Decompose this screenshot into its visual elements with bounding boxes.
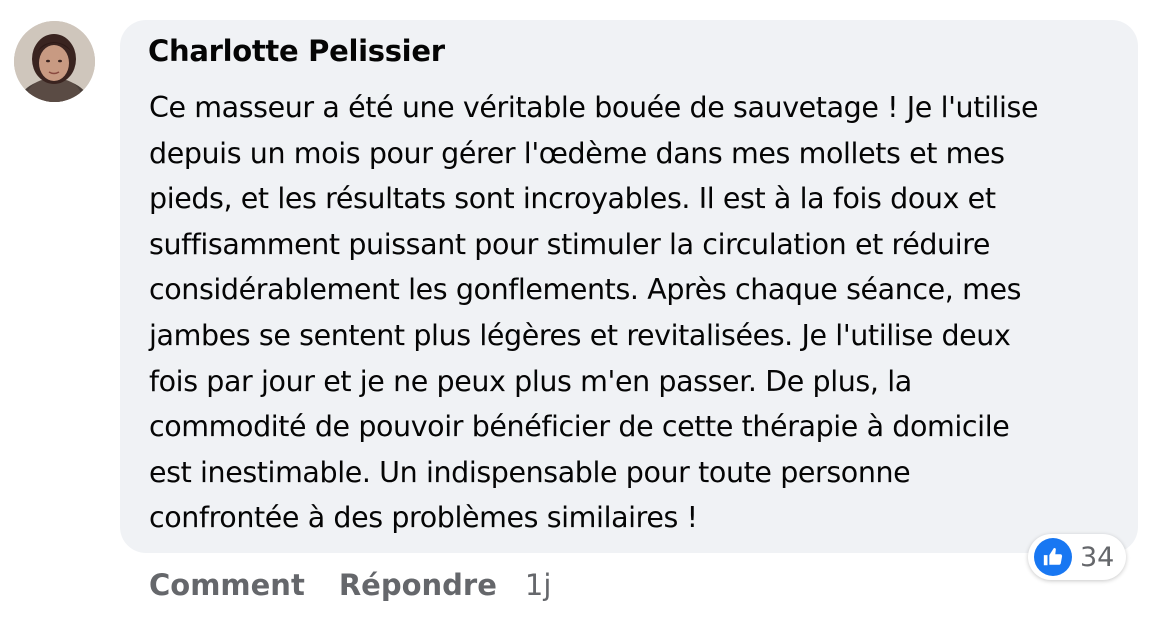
- comment-line: depuis un mois pour gérer l'œdème dans m…: [149, 136, 1005, 170]
- comment-line: pieds, et les résultats sont incroyables…: [149, 182, 996, 216]
- reaction-count: 34: [1080, 541, 1115, 573]
- comment-actions: Comment Répondre 1j: [149, 568, 551, 602]
- reply-button[interactable]: Répondre: [339, 568, 497, 602]
- avatar[interactable]: [14, 21, 95, 102]
- timestamp[interactable]: 1j: [525, 568, 552, 602]
- reaction-summary[interactable]: 34: [1028, 534, 1127, 580]
- comment-line: jambes se sentent plus légères et revita…: [149, 318, 1011, 352]
- comment-line: est inestimable. Un indispensable pour t…: [149, 455, 911, 489]
- comment-line: considérablement les gonflements. Après …: [149, 273, 1022, 307]
- comment-text: Ce masseur a été une véritable bouée de …: [149, 85, 1109, 541]
- avatar-photo: [14, 21, 95, 102]
- comment-line: confrontée à des problèmes similaires !: [149, 501, 698, 535]
- comment-bubble: Charlotte Pelissier Ce masseur a été une…: [120, 20, 1138, 553]
- comment-line: Ce masseur a été une véritable bouée de …: [149, 91, 1039, 124]
- comment-line: fois par jour et je ne peux plus m'en pa…: [149, 364, 912, 398]
- like-icon: [1034, 538, 1072, 576]
- author-name[interactable]: Charlotte Pelissier: [148, 34, 445, 68]
- comment-line: commodité de pouvoir bénéficier de cette…: [149, 410, 1010, 444]
- comment-line: suffisamment puissant pour stimuler la c…: [149, 227, 991, 261]
- comment-button[interactable]: Comment: [149, 568, 305, 602]
